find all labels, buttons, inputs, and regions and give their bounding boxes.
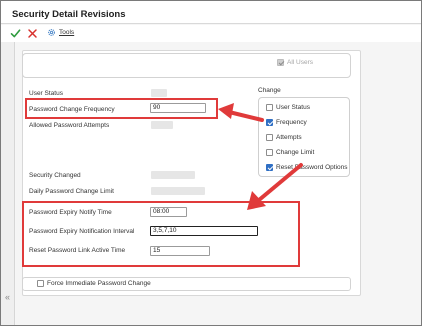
window-frame: Security Detail Revisions Tools « All Us… bbox=[0, 0, 422, 326]
arrow-to-frequency bbox=[218, 103, 264, 122]
arrow-to-reset-options bbox=[247, 163, 303, 210]
annotation-arrows bbox=[218, 103, 303, 210]
